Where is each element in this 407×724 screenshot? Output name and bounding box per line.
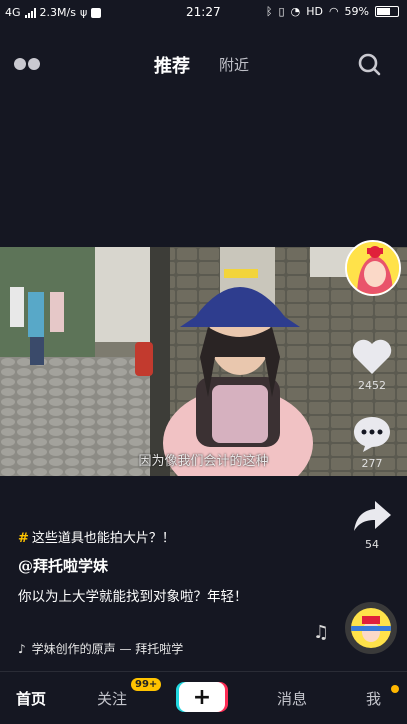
tab-nearby[interactable]: 附近 — [219, 54, 249, 75]
topic-text: 这些道具也能拍大片？！ — [31, 531, 175, 546]
like-group[interactable]: 2452 — [342, 338, 402, 392]
follow-badge: 99+ — [131, 678, 162, 691]
app-notification-icon — [91, 7, 102, 18]
hashtag-icon: # — [18, 531, 29, 546]
music-title: 学妹创作的原声 — 拜托啦学 — [31, 642, 184, 656]
battery-icon — [375, 6, 399, 17]
topic-tag[interactable]: # 这些道具也能拍大片？！ — [18, 527, 175, 546]
share-group[interactable]: 54 — [342, 497, 402, 551]
create-button[interactable]: + — [179, 682, 225, 712]
nav-follow[interactable]: 关注 — [97, 688, 127, 709]
search-icon[interactable] — [357, 52, 381, 76]
tab-recommend[interactable]: 推荐 — [154, 52, 190, 78]
network-speed: 2.3M/s — [39, 6, 76, 19]
network-type: 4G — [5, 6, 21, 19]
bottom-nav: 首页 关注 99+ + 消息 我 — [0, 671, 407, 724]
floating-note-icon: ♫ — [313, 622, 330, 643]
clock: 21:27 — [186, 5, 221, 19]
music-disc[interactable] — [345, 602, 397, 654]
usb-icon: ψ — [79, 6, 88, 19]
top-nav: 推荐 附近 — [0, 44, 407, 84]
comment-group[interactable]: 277 — [342, 414, 402, 470]
like-count: 2452 — [358, 379, 386, 392]
nav-home[interactable]: 首页 — [16, 688, 46, 709]
signal-icon — [24, 7, 36, 18]
share-count: 54 — [365, 538, 379, 551]
share-icon[interactable] — [351, 497, 393, 535]
hd-indicator: HD — [306, 5, 323, 18]
heart-icon[interactable] — [351, 338, 393, 376]
music-note-icon: ♪ — [18, 642, 26, 656]
disc-cover-image — [351, 608, 391, 648]
status-bar: 4G 2.3M/s ψ 21:27 ᛒ ▯ ◔ HD ◠ 59% — [0, 0, 407, 26]
live-icon[interactable] — [14, 58, 40, 70]
bluetooth-icon: ᛒ — [265, 5, 273, 18]
battery-percent: 59% — [344, 5, 369, 18]
music-info[interactable]: ♪ 学妹创作的原声 — 拜托啦学 — [18, 640, 183, 657]
nav-messages[interactable]: 消息 — [277, 688, 307, 709]
video-description: 你以为上大学就能找到对象啦？年轻！ — [18, 589, 248, 605]
comment-count: 277 — [361, 457, 383, 470]
author-name[interactable]: @拜托啦学妹 — [18, 555, 108, 576]
alarm-icon: ◔ — [290, 5, 301, 18]
comment-icon[interactable] — [351, 414, 393, 454]
author-avatar[interactable] — [345, 240, 401, 296]
nav-me[interactable]: 我 — [366, 688, 381, 709]
wifi-icon: ◠ — [328, 5, 339, 18]
vibrate-icon: ▯ — [278, 5, 285, 18]
me-notification-dot — [391, 685, 399, 693]
